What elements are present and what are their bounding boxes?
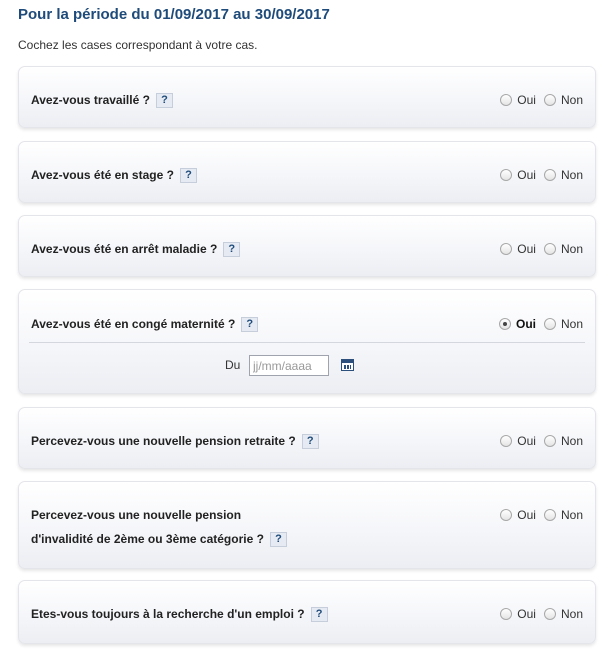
help-button[interactable]: ? bbox=[241, 317, 259, 333]
radio-oui[interactable] bbox=[500, 435, 513, 447]
option-non[interactable]: Non bbox=[543, 317, 583, 331]
question-card-arret-maladie: Avez-vous été en arrêt maladie ?? Oui No… bbox=[18, 215, 596, 277]
help-button[interactable]: ? bbox=[155, 93, 173, 109]
question-label: Etes-vous toujours à la recherche d'un e… bbox=[31, 607, 328, 623]
answer-group: Oui Non bbox=[492, 168, 583, 182]
answer-group: Oui Non bbox=[492, 508, 583, 522]
question-label: Avez-vous été en congé maternité ?? bbox=[31, 317, 259, 333]
radio-non[interactable] bbox=[543, 608, 556, 620]
option-non[interactable]: Non bbox=[543, 508, 583, 522]
help-button[interactable]: ? bbox=[301, 434, 319, 450]
question-card-travaille: Avez-vous travaillé ?? Oui Non bbox=[18, 66, 596, 128]
answer-group: Oui Non bbox=[491, 317, 583, 331]
radio-oui[interactable] bbox=[500, 509, 513, 521]
divider bbox=[29, 342, 585, 343]
radio-non[interactable] bbox=[543, 435, 556, 447]
question-card-stage: Avez-vous été en stage ?? Oui Non bbox=[18, 141, 596, 203]
option-oui[interactable]: Oui bbox=[500, 607, 536, 621]
question-label: Avez-vous travaillé ?? bbox=[31, 93, 173, 109]
date-from-input[interactable] bbox=[249, 355, 329, 376]
radio-oui[interactable] bbox=[500, 608, 513, 620]
question-label: Percevez-vous une nouvelle pension retra… bbox=[31, 434, 319, 450]
option-non[interactable]: Non bbox=[543, 242, 583, 256]
radio-non[interactable] bbox=[543, 318, 556, 330]
option-oui[interactable]: Oui bbox=[500, 168, 536, 182]
question-label: Avez-vous été en arrêt maladie ?? bbox=[31, 242, 241, 258]
option-oui[interactable]: Oui bbox=[500, 508, 536, 522]
question-card-conge-maternite: Avez-vous été en congé maternité ?? Oui … bbox=[18, 289, 596, 394]
option-oui[interactable]: Oui bbox=[500, 242, 536, 256]
radio-non[interactable] bbox=[543, 169, 556, 181]
option-oui[interactable]: Oui bbox=[498, 317, 536, 331]
radio-oui[interactable] bbox=[500, 94, 513, 106]
option-oui[interactable]: Oui bbox=[500, 434, 536, 448]
help-button[interactable]: ? bbox=[310, 607, 328, 623]
option-non[interactable]: Non bbox=[543, 607, 583, 621]
radio-non[interactable] bbox=[543, 243, 556, 255]
question-card-pension-invalidite: Percevez-vous une nouvelle pension d'inv… bbox=[18, 481, 596, 569]
option-non[interactable]: Non bbox=[543, 434, 583, 448]
help-button[interactable]: ? bbox=[179, 168, 197, 184]
answer-group: Oui Non bbox=[492, 242, 583, 256]
option-oui[interactable]: Oui bbox=[500, 93, 536, 107]
question-label-line1: Percevez-vous une nouvelle pension bbox=[31, 508, 242, 522]
help-button[interactable]: ? bbox=[223, 242, 241, 258]
option-non[interactable]: Non bbox=[543, 93, 583, 107]
question-label: Avez-vous été en stage ?? bbox=[31, 168, 197, 184]
question-card-pension-retraite: Percevez-vous une nouvelle pension retra… bbox=[18, 407, 596, 469]
answer-group: Oui Non bbox=[492, 93, 583, 107]
calendar-icon[interactable] bbox=[341, 359, 354, 371]
question-label-line2: d'invalidité de 2ème ou 3ème catégorie ?… bbox=[31, 532, 287, 548]
answer-group: Oui Non bbox=[492, 607, 583, 621]
answer-group: Oui Non bbox=[492, 434, 583, 448]
page-title: Pour la période du 01/09/2017 au 30/09/2… bbox=[18, 6, 330, 23]
radio-non[interactable] bbox=[543, 94, 556, 106]
page-subtitle: Cochez les cases correspondant à votre c… bbox=[18, 38, 258, 52]
option-non[interactable]: Non bbox=[543, 168, 583, 182]
date-from-label: Du bbox=[225, 358, 241, 372]
radio-oui-checked[interactable] bbox=[498, 318, 511, 330]
question-card-recherche-emploi: Etes-vous toujours à la recherche d'un e… bbox=[18, 580, 596, 644]
radio-oui[interactable] bbox=[500, 243, 513, 255]
radio-oui[interactable] bbox=[500, 169, 513, 181]
help-button[interactable]: ? bbox=[269, 532, 287, 548]
radio-non[interactable] bbox=[543, 509, 556, 521]
